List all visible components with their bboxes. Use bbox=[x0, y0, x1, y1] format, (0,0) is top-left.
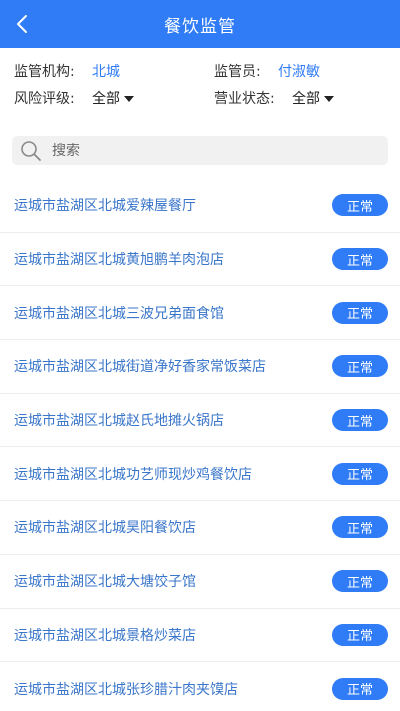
list-item[interactable]: 运城市盐湖区北城张珍腊汁肉夹馍店 正常 bbox=[0, 662, 400, 711]
list-item[interactable]: 运城市盐湖区北城昊阳餐饮店 正常 bbox=[0, 501, 400, 555]
status-badge[interactable]: 正常 bbox=[332, 409, 388, 432]
list-item[interactable]: 运城市盐湖区北城三波兄弟面食馆 正常 bbox=[0, 286, 400, 341]
restaurant-name: 运城市盐湖区北城赵氏地摊火锅店 bbox=[14, 413, 224, 430]
search-icon bbox=[20, 140, 42, 162]
status-badge[interactable]: 正常 bbox=[332, 516, 388, 539]
status-badge[interactable]: 正常 bbox=[332, 570, 388, 593]
list-item[interactable]: 运城市盐湖区北城街道净好香家常饭菜店 正常 bbox=[0, 340, 400, 394]
status-dropdown-value: 全部 bbox=[292, 91, 320, 107]
inspector-value[interactable]: 付淑敏 bbox=[278, 58, 320, 84]
restaurant-name: 运城市盐湖区北城景格炒菜店 bbox=[14, 627, 196, 644]
list-item[interactable]: 运城市盐湖区北城景格炒菜店 正常 bbox=[0, 609, 400, 663]
list-item[interactable]: 运城市盐湖区北城赵氏地摊火锅店 正常 bbox=[0, 394, 400, 448]
list-item[interactable]: 运城市盐湖区北城黄旭鹏羊肉泡店 正常 bbox=[0, 233, 400, 287]
search-bar[interactable] bbox=[12, 136, 388, 165]
status-badge[interactable]: 正常 bbox=[332, 355, 388, 378]
risk-dropdown-value: 全部 bbox=[92, 91, 120, 107]
list-item[interactable]: 运城市盐湖区北城爱辣屋餐厅 正常 bbox=[0, 179, 400, 233]
filter-row-2: 风险评级: 全部 营业状态: 全部 bbox=[0, 85, 400, 111]
restaurant-name: 运城市盐湖区北城三波兄弟面食馆 bbox=[14, 305, 224, 322]
status-badge[interactable]: 正常 bbox=[332, 623, 388, 646]
filter-panel: 监管机构: 北城 监管员: 付淑敏 风险评级: 全部 营业状态: 全部 bbox=[0, 58, 400, 118]
status-badge[interactable]: 正常 bbox=[332, 248, 388, 271]
risk-dropdown[interactable]: 全部 bbox=[92, 85, 134, 111]
list-item[interactable]: 运城市盐湖区北城大塘饺子馆 正常 bbox=[0, 555, 400, 609]
restaurant-name: 运城市盐湖区北城张珍腊汁肉夹馍店 bbox=[14, 681, 238, 698]
inspector-label: 监管员: bbox=[214, 64, 261, 80]
chevron-left-icon[interactable] bbox=[10, 12, 34, 36]
status-badge[interactable]: 正常 bbox=[332, 677, 388, 700]
restaurant-name: 运城市盐湖区北城街道净好香家常饭菜店 bbox=[14, 359, 266, 376]
restaurant-list: 运城市盐湖区北城爱辣屋餐厅 正常 运城市盐湖区北城黄旭鹏羊肉泡店 正常 运城市盐… bbox=[0, 179, 400, 711]
filter-row-1: 监管机构: 北城 监管员: 付淑敏 bbox=[0, 58, 400, 84]
status-label: 营业状态: bbox=[214, 91, 275, 107]
agency-value[interactable]: 北城 bbox=[92, 58, 120, 84]
caret-down-icon bbox=[324, 95, 334, 102]
restaurant-name: 运城市盐湖区北城功艺师现炒鸡餐饮店 bbox=[14, 466, 252, 483]
page-title: 餐饮监管 bbox=[164, 16, 236, 37]
status-badge[interactable]: 正常 bbox=[332, 301, 388, 324]
agency-label: 监管机构: bbox=[14, 64, 75, 80]
status-badge[interactable]: 正常 bbox=[332, 462, 388, 485]
nav-bar: 餐饮监管 bbox=[0, 0, 400, 48]
restaurant-name: 运城市盐湖区北城大塘饺子馆 bbox=[14, 574, 196, 591]
status-dropdown[interactable]: 全部 bbox=[292, 85, 334, 111]
restaurant-name: 运城市盐湖区北城爱辣屋餐厅 bbox=[14, 198, 196, 215]
restaurant-name: 运城市盐湖区北城昊阳餐饮店 bbox=[14, 520, 196, 537]
search-input[interactable] bbox=[52, 142, 352, 159]
caret-down-icon bbox=[124, 95, 134, 102]
risk-label: 风险评级: bbox=[14, 91, 75, 107]
list-item[interactable]: 运城市盐湖区北城功艺师现炒鸡餐饮店 正常 bbox=[0, 447, 400, 502]
restaurant-name: 运城市盐湖区北城黄旭鹏羊肉泡店 bbox=[14, 252, 224, 269]
status-badge[interactable]: 正常 bbox=[332, 194, 388, 217]
